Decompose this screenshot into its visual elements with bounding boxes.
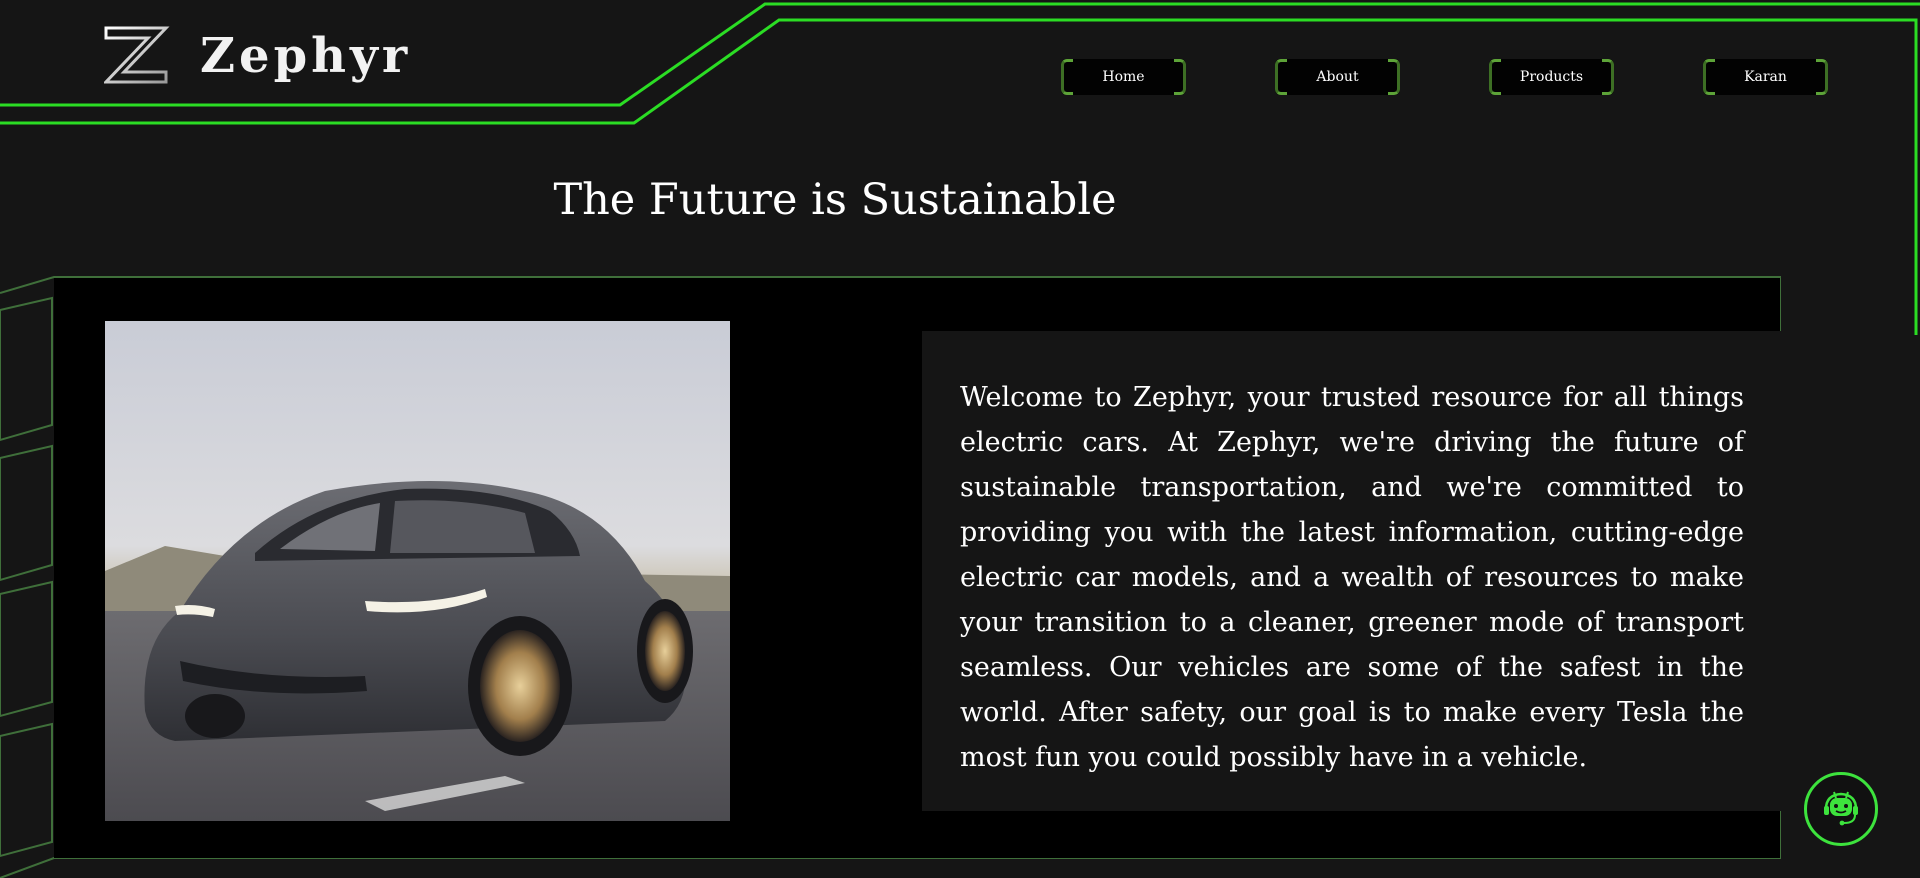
nav-user-label: Karan	[1744, 69, 1787, 85]
electric-car-image	[105, 321, 730, 821]
main-nav: Home About Products Karan	[1061, 59, 1828, 95]
zephyr-logo-icon	[104, 26, 170, 84]
nav-products-button[interactable]: Products	[1489, 59, 1614, 95]
page-title: The Future is Sustainable	[553, 175, 1117, 225]
nav-home-button[interactable]: Home	[1061, 59, 1186, 95]
intro-text: Welcome to Zephyr, your trusted resource…	[960, 382, 1744, 773]
nav-about-label: About	[1316, 69, 1359, 85]
nav-user-button[interactable]: Karan	[1703, 59, 1828, 95]
brand-name: Zephyr	[200, 28, 412, 84]
chatbot-button[interactable]	[1804, 772, 1878, 846]
robot-headset-icon	[1824, 791, 1858, 826]
intro-card: Welcome to Zephyr, your trusted resource…	[922, 331, 1782, 811]
nav-about-button[interactable]: About	[1275, 59, 1400, 95]
logo[interactable]: Zephyr	[104, 26, 411, 86]
nav-home-label: Home	[1102, 69, 1145, 85]
nav-products-label: Products	[1519, 69, 1584, 85]
